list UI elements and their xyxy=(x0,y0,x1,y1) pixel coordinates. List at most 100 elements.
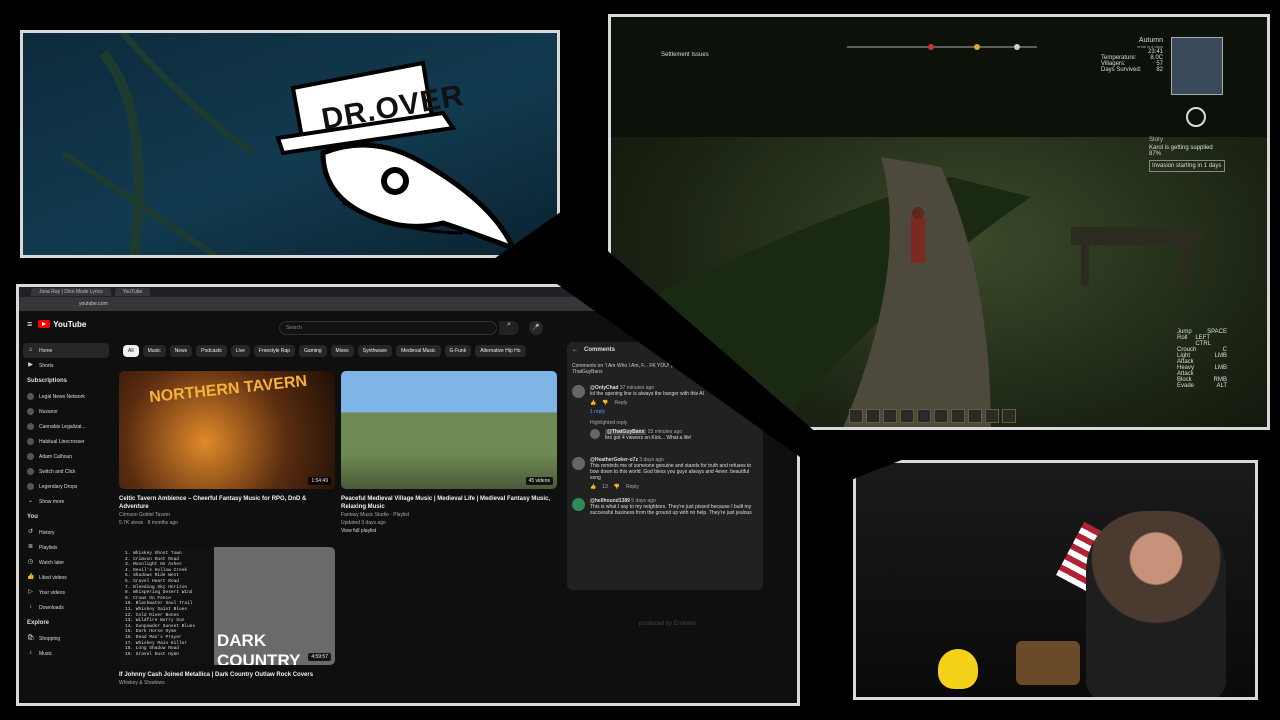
like-icon[interactable]: 👍 xyxy=(590,400,596,406)
you-heading[interactable]: You xyxy=(23,509,109,525)
sidebar-item-shopping[interactable]: 🛍 Shopping xyxy=(23,631,109,646)
menu-icon[interactable]: ≡ xyxy=(27,319,32,329)
comment-text: This reminds me of someone genuine and s… xyxy=(590,463,752,481)
video-title[interactable]: Peaceful Medieval Village Music | Mediev… xyxy=(341,495,557,511)
back-arrow-icon[interactable]: ← xyxy=(572,347,578,353)
hotbar-slot xyxy=(866,409,880,423)
dislike-icon[interactable]: 👎 xyxy=(602,400,608,406)
chip[interactable]: News xyxy=(169,345,193,357)
video-duration: 1:54:49 xyxy=(308,477,331,485)
like-icon[interactable]: 👍 xyxy=(590,484,596,490)
video-title[interactable]: Celtic Tavern Ambience – Cheerful Fantas… xyxy=(119,495,335,511)
sidebar-item-your-videos[interactable]: ▷ Your videos xyxy=(23,585,109,600)
comments-panel: ← Comments Comments on 'I Am Who I Am, F.… xyxy=(567,342,763,590)
chip[interactable]: Alternative Hip Ho xyxy=(475,345,526,357)
subscriptions-heading[interactable]: Subscriptions xyxy=(23,373,109,389)
channel-name[interactable]: Fantasy Music Studio · Playlist xyxy=(341,511,557,519)
logo-overlay-panel: DR.OVER xyxy=(20,30,560,258)
explore-heading: Explore xyxy=(27,620,50,626)
subscription-item[interactable]: Switch and Click xyxy=(23,464,109,479)
view-playlist-link[interactable]: View full playlist xyxy=(341,527,557,535)
avatar[interactable] xyxy=(572,498,585,511)
comment-text: lol the opening line is always the bange… xyxy=(590,391,704,397)
minimap xyxy=(1171,37,1223,95)
search-icon[interactable]: ⌕ xyxy=(499,321,519,335)
avatar[interactable] xyxy=(572,457,585,470)
reply-button[interactable]: Reply xyxy=(614,400,627,406)
sidebar-item-playlists[interactable]: ≣ Playlists xyxy=(23,540,109,555)
like-count: 13 xyxy=(602,484,608,490)
chip[interactable]: G-Funk xyxy=(444,345,472,357)
search-input[interactable]: Search xyxy=(279,321,497,335)
video-title[interactable]: If Johnny Cash Joined Metallica | Dark C… xyxy=(119,671,335,679)
compass-bar xyxy=(847,44,1037,50)
browser-tab[interactable]: Jona Ray | Dino Mode Lyrics xyxy=(31,288,111,296)
chevron-down-icon: ⌄ xyxy=(27,498,34,504)
hotbar-slot xyxy=(934,409,948,423)
clock-icon: ◷ xyxy=(27,559,34,565)
game-capture-panel: Settlement Issues Autumn ends in 8 days … xyxy=(608,14,1270,430)
video-thumbnail[interactable]: 45 videos xyxy=(341,371,557,489)
sidebar-item-liked[interactable]: 👍 Liked videos xyxy=(23,570,109,585)
sidebar-item-downloads[interactable]: ↓ Downloads xyxy=(23,600,109,615)
video-thumbnail[interactable]: NORTHERN TAVERN 1:54:49 xyxy=(119,371,335,489)
hotbar-slot xyxy=(951,409,965,423)
chip[interactable]: Mixes xyxy=(330,345,354,357)
sidebar-item-watch-later[interactable]: ◷ Watch later xyxy=(23,555,109,570)
music-note-icon: ♪ xyxy=(29,650,32,656)
microphone-icon[interactable]: 🎤 xyxy=(529,321,543,335)
reply-comment: @ThatGuyBanx 25 minutes ago bro got 4 vi… xyxy=(590,429,704,441)
chip[interactable]: Freestyle Rap xyxy=(253,345,296,357)
subscription-item[interactable]: Legendary Drops xyxy=(23,479,109,494)
youtube-logo[interactable]: YouTube xyxy=(38,320,86,329)
event-notice: Story Karol is getting supplied 87% Inva… xyxy=(1149,137,1225,172)
browser-tab-active[interactable]: YouTube xyxy=(114,288,151,296)
video-duration: 4:59:57 xyxy=(308,653,331,661)
comment-text: bro got 4 viewers on Kick... What a life… xyxy=(605,435,692,441)
sidebar: ⌂ Home ▶ Shorts Subscriptions Legal News N… xyxy=(23,343,109,661)
radio-prop xyxy=(1016,641,1080,685)
hotbar-slot xyxy=(968,409,982,423)
chip[interactable]: Music xyxy=(142,345,166,357)
sidebar-item-shorts[interactable]: ▶ Shorts xyxy=(23,358,109,373)
playlist-card[interactable]: 45 videos Peaceful Medieval Village Musi… xyxy=(341,371,557,535)
chip-all[interactable]: All xyxy=(123,345,139,357)
sidebar-item-music[interactable]: ♪ Music xyxy=(23,646,109,661)
channel-name[interactable]: Crimson Goblet Tavern xyxy=(119,511,335,519)
avatar[interactable] xyxy=(590,429,600,439)
dislike-icon[interactable]: 👎 xyxy=(614,484,620,490)
replies-toggle[interactable]: 1 reply xyxy=(590,409,704,415)
sidebar-item-home[interactable]: ⌂ Home xyxy=(23,343,109,358)
show-more-button[interactable]: ⌄ Show more xyxy=(23,494,109,509)
subscription-item[interactable]: Habitual Linecrosser xyxy=(23,434,109,449)
video-meta: Updated 3 days ago xyxy=(341,520,386,526)
watermark-text: produced by Eminem xyxy=(639,621,696,627)
sidebar-item-history[interactable]: ↺ History xyxy=(23,525,109,540)
subscription-item[interactable]: Nuxanor xyxy=(23,404,109,419)
thumbs-up-icon: 👍 xyxy=(27,574,35,580)
channel-name[interactable]: Whiskey & Shadows xyxy=(119,679,335,687)
highlighted-tag: Highlighted reply xyxy=(590,420,628,426)
subscription-item[interactable]: Legal News Network xyxy=(23,389,109,404)
chip[interactable]: Medieval Music xyxy=(396,345,441,357)
subscription-item[interactable]: Cannabis Legalizat... xyxy=(23,419,109,434)
webcam-panel xyxy=(853,460,1258,700)
reply-button[interactable]: Reply xyxy=(626,484,639,490)
comments-context: Comments on 'I Am Who I Am, F... FK YOU!… xyxy=(572,363,746,375)
filter-chips: All Music News Podcasts Live Freestyle R… xyxy=(123,345,526,357)
video-card[interactable]: 1. Whiskey Ghost Town 2. Crimson Dust Roa… xyxy=(119,547,335,687)
chip[interactable]: Synthwave xyxy=(357,345,393,357)
subscription-item[interactable]: Adam Calhoun xyxy=(23,449,109,464)
hotbar-slot xyxy=(985,409,999,423)
avatar[interactable] xyxy=(572,385,585,398)
chip[interactable]: Gaming xyxy=(299,345,327,357)
video-thumbnail[interactable]: 1. Whiskey Ghost Town 2. Crimson Dust Roa… xyxy=(119,547,335,665)
video-card[interactable]: NORTHERN TAVERN 1:54:49 Celtic Tavern Am… xyxy=(119,371,335,527)
comment-text: This is what I say to my neighbors. They… xyxy=(590,504,752,516)
hotbar-slot xyxy=(1002,409,1016,423)
chip[interactable]: Podcasts xyxy=(196,345,227,357)
chip[interactable]: Live xyxy=(230,345,250,357)
thumbnail-text: NORTHERN TAVERN xyxy=(148,372,308,407)
hotbar-slot xyxy=(917,409,931,423)
download-icon: ↓ xyxy=(29,604,32,610)
